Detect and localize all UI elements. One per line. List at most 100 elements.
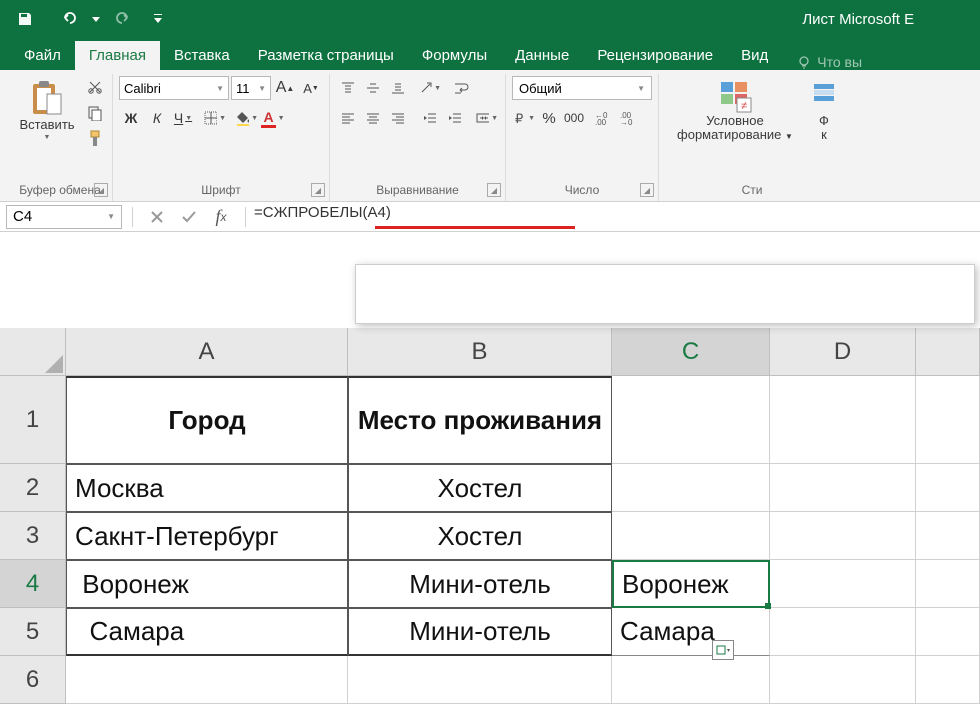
row-header-6[interactable]: 6: [0, 656, 66, 704]
tab-data[interactable]: Данные: [501, 41, 583, 70]
cell-E2[interactable]: [916, 464, 980, 512]
formula-input[interactable]: =СЖПРОБЕЛЫ(A4): [250, 204, 980, 230]
percent-format-button[interactable]: %: [537, 106, 561, 130]
cell-D5[interactable]: [770, 608, 916, 656]
tab-formulas[interactable]: Формулы: [408, 41, 501, 70]
tell-me-search[interactable]: Что вы: [797, 54, 862, 70]
conditional-formatting-button[interactable]: ≠ Условноеформатирование ▼: [665, 76, 805, 145]
alignment-dialog-launcher[interactable]: ◢: [487, 183, 501, 197]
tab-insert[interactable]: Вставка: [160, 41, 244, 70]
cell-A1[interactable]: Город: [66, 376, 348, 464]
format-table-button[interactable]: Фк: [809, 76, 839, 145]
cell-B4[interactable]: Мини-отель: [348, 560, 612, 608]
tab-file[interactable]: Файл: [10, 41, 75, 70]
cell-A3[interactable]: Сакнт-Петербург: [66, 512, 348, 560]
row-header-4[interactable]: 4: [0, 560, 66, 608]
increase-indent-button[interactable]: [443, 106, 467, 130]
cell-B5[interactable]: Мини-отель: [348, 608, 612, 656]
worksheet-grid[interactable]: A B C D 1 Город Место проживания 2 Москв…: [0, 328, 980, 706]
decrease-decimal-button[interactable]: .00→0: [617, 106, 641, 130]
number-format-selector[interactable]: Общий ▼: [512, 76, 652, 100]
row-header-2[interactable]: 2: [0, 464, 66, 512]
font-dialog-launcher[interactable]: ◢: [311, 183, 325, 197]
cell-A6[interactable]: [66, 656, 348, 704]
cell-A5[interactable]: Самара: [66, 608, 348, 656]
save-button[interactable]: [10, 4, 40, 34]
cell-E3[interactable]: [916, 512, 980, 560]
font-name-selector[interactable]: Calibri ▼: [119, 76, 229, 100]
row-header-5[interactable]: 5: [0, 608, 66, 656]
fill-color-button[interactable]: ▼: [235, 106, 259, 130]
cell-B6[interactable]: [348, 656, 612, 704]
paste-button[interactable]: Вставить ▼: [14, 76, 80, 143]
accounting-format-button[interactable]: ₽▼: [512, 106, 536, 130]
cell-C4[interactable]: Воронеж: [612, 560, 770, 608]
cell-C1[interactable]: [612, 376, 770, 464]
decrease-indent-button[interactable]: [418, 106, 442, 130]
cell-E5[interactable]: [916, 608, 980, 656]
cell-B3[interactable]: Хостел: [348, 512, 612, 560]
undo-button[interactable]: [56, 4, 86, 34]
column-header-C[interactable]: C: [612, 328, 770, 376]
column-header-A[interactable]: A: [66, 328, 348, 376]
undo-dropdown[interactable]: [90, 4, 102, 34]
insert-function-button[interactable]: fx: [207, 204, 235, 230]
increase-decimal-button[interactable]: ←0.00: [592, 106, 616, 130]
align-right-button[interactable]: [386, 106, 410, 130]
bold-button[interactable]: Ж: [119, 106, 143, 130]
cell-C2[interactable]: [612, 464, 770, 512]
tab-page-layout[interactable]: Разметка страницы: [244, 41, 408, 70]
cell-A4[interactable]: Воронеж: [66, 560, 348, 608]
cell-B1[interactable]: Место проживания: [348, 376, 612, 464]
cell-E1[interactable]: [916, 376, 980, 464]
cell-C5[interactable]: Самара: [612, 608, 770, 656]
format-painter-button[interactable]: [84, 128, 106, 150]
select-all-corner[interactable]: [0, 328, 66, 376]
column-header-B[interactable]: B: [348, 328, 612, 376]
italic-button[interactable]: К: [145, 106, 169, 130]
redo-button[interactable]: [106, 4, 136, 34]
cell-D4[interactable]: [770, 560, 916, 608]
number-dialog-launcher[interactable]: ◢: [640, 183, 654, 197]
align-middle-button[interactable]: [361, 76, 385, 100]
increase-font-button[interactable]: A▲: [273, 76, 297, 100]
tab-home[interactable]: Главная: [75, 41, 160, 70]
copy-button[interactable]: [84, 102, 106, 124]
cell-D2[interactable]: [770, 464, 916, 512]
name-box[interactable]: C4 ▼: [6, 205, 122, 229]
autofill-options-button[interactable]: [712, 640, 734, 660]
cell-B2[interactable]: Хостел: [348, 464, 612, 512]
row-header-3[interactable]: 3: [0, 512, 66, 560]
font-color-button[interactable]: A▼: [261, 106, 285, 130]
cell-E6[interactable]: [916, 656, 980, 704]
row-header-1[interactable]: 1: [0, 376, 66, 464]
enter-formula-button[interactable]: [175, 204, 203, 230]
column-header-E[interactable]: [916, 328, 980, 376]
cell-A2[interactable]: Москва: [66, 464, 348, 512]
cell-D3[interactable]: [770, 512, 916, 560]
cell-D1[interactable]: [770, 376, 916, 464]
orientation-button[interactable]: ▼: [418, 76, 442, 100]
qat-customize[interactable]: [152, 4, 164, 34]
cell-C6[interactable]: [612, 656, 770, 704]
underline-button[interactable]: Ч▼: [171, 106, 195, 130]
align-center-button[interactable]: [361, 106, 385, 130]
cut-button[interactable]: [84, 76, 106, 98]
merge-center-button[interactable]: ▼: [475, 106, 499, 130]
align-top-button[interactable]: [336, 76, 360, 100]
decrease-font-button[interactable]: A▼: [299, 76, 323, 100]
comma-format-button[interactable]: 000: [562, 106, 586, 130]
cell-D6[interactable]: [770, 656, 916, 704]
wrap-text-button[interactable]: [450, 76, 474, 100]
font-size-selector[interactable]: 11 ▼: [231, 76, 271, 100]
column-header-D[interactable]: D: [770, 328, 916, 376]
align-bottom-button[interactable]: [386, 76, 410, 100]
cell-C3[interactable]: [612, 512, 770, 560]
borders-button[interactable]: ▼: [203, 106, 227, 130]
cell-E4[interactable]: [916, 560, 980, 608]
tab-review[interactable]: Рецензирование: [583, 41, 727, 70]
align-left-button[interactable]: [336, 106, 360, 130]
cancel-formula-button[interactable]: [143, 204, 171, 230]
clipboard-dialog-launcher[interactable]: ◢: [94, 183, 108, 197]
tab-view[interactable]: Вид: [727, 41, 782, 70]
